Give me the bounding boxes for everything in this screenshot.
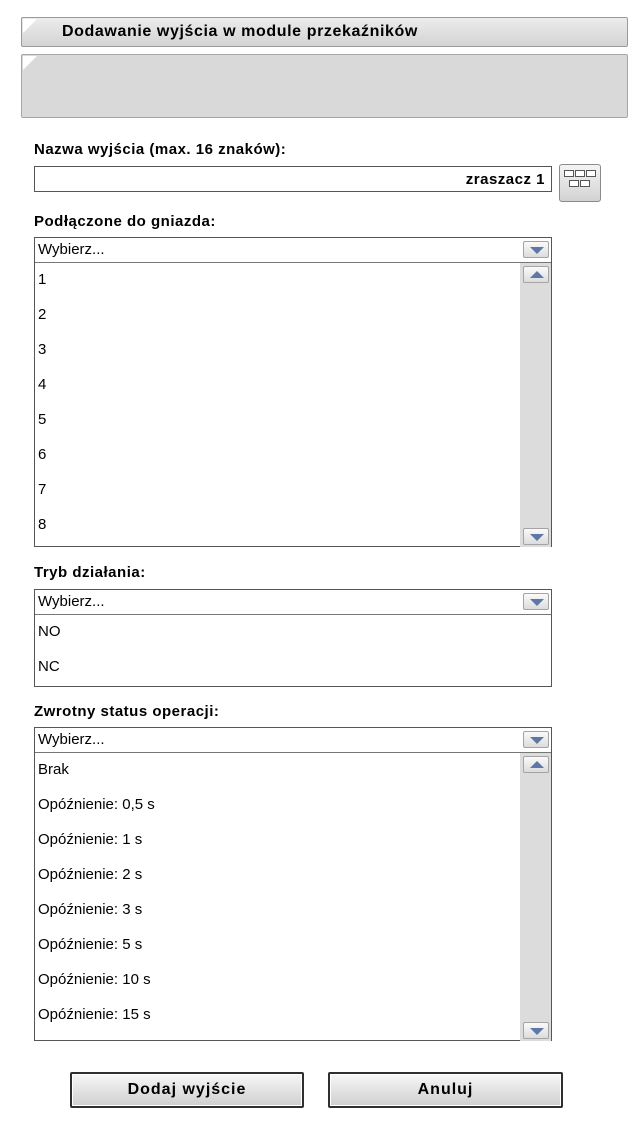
socket-label: Podłączone do gniazda: — [34, 213, 216, 230]
socket-option[interactable]: 4 — [35, 368, 551, 403]
socket-option[interactable]: 6 — [35, 438, 551, 473]
dropdown-arrow-icon[interactable] — [523, 593, 549, 610]
socket-option[interactable]: 1 — [35, 263, 551, 298]
status-option[interactable]: Opóźnienie: 10 s — [35, 963, 551, 998]
scroll-down-icon[interactable] — [523, 528, 549, 545]
socket-options-list: 1 2 3 4 5 6 7 8 — [35, 263, 551, 547]
dropdown-arrow-icon[interactable] — [523, 241, 549, 258]
dropdown-arrow-icon[interactable] — [523, 731, 549, 748]
mode-selected-value[interactable]: Wybierz... — [35, 590, 551, 615]
socket-option[interactable]: 3 — [35, 333, 551, 368]
status-select[interactable]: Wybierz... Brak Opóźnienie: 0,5 s Opóźni… — [34, 727, 552, 1041]
status-option[interactable]: Opóźnienie: 2 s — [35, 858, 551, 893]
status-option[interactable]: Opóźnienie: 0,5 s — [35, 788, 551, 823]
status-option[interactable]: Opóźnienie: 15 s — [35, 998, 551, 1033]
corner-decoration — [23, 19, 37, 33]
status-placeholder: Wybierz... — [38, 731, 105, 748]
add-output-button[interactable]: Dodaj wyjście — [70, 1072, 304, 1108]
socket-option[interactable]: 7 — [35, 473, 551, 508]
socket-placeholder: Wybierz... — [38, 241, 105, 258]
cancel-button[interactable]: Anuluj — [328, 1072, 563, 1108]
socket-selected-value[interactable]: Wybierz... — [35, 238, 551, 263]
socket-select[interactable]: Wybierz... 1 2 3 4 5 6 7 8 — [34, 237, 552, 547]
status-scrollbar[interactable] — [520, 753, 551, 1041]
keyboard-button[interactable] — [559, 164, 601, 202]
output-name-label: Nazwa wyjścia (max. 16 znaków): — [34, 141, 287, 158]
socket-scrollbar[interactable] — [520, 263, 551, 547]
mode-placeholder: Wybierz... — [38, 593, 105, 610]
info-panel — [21, 54, 628, 118]
mode-option[interactable]: NC — [35, 650, 551, 685]
status-option[interactable]: Opóźnienie: 1 s — [35, 823, 551, 858]
mode-label: Tryb działania: — [34, 564, 146, 581]
status-option[interactable]: Opóźnienie: 3 s — [35, 893, 551, 928]
page-title: Dodawanie wyjścia w module przekaźników — [62, 23, 418, 40]
status-selected-value[interactable]: Wybierz... — [35, 728, 551, 753]
header-bar: Dodawanie wyjścia w module przekaźników — [21, 17, 628, 47]
mode-select[interactable]: Wybierz... NO NC — [34, 589, 552, 687]
scroll-up-icon[interactable] — [523, 756, 549, 773]
socket-option[interactable]: 5 — [35, 403, 551, 438]
output-name-input[interactable] — [34, 166, 552, 192]
corner-decoration — [23, 56, 37, 70]
status-options-list: Brak Opóźnienie: 0,5 s Opóźnienie: 1 s O… — [35, 753, 551, 1041]
status-option[interactable]: Opóźnienie: 5 s — [35, 928, 551, 963]
scroll-up-icon[interactable] — [523, 266, 549, 283]
status-option[interactable]: Brak — [35, 753, 551, 788]
mode-options-list: NO NC — [35, 615, 551, 685]
socket-option[interactable]: 2 — [35, 298, 551, 333]
scroll-down-icon[interactable] — [523, 1022, 549, 1039]
socket-option[interactable]: 8 — [35, 508, 551, 543]
mode-option[interactable]: NO — [35, 615, 551, 650]
status-label: Zwrotny status operacji: — [34, 703, 220, 720]
